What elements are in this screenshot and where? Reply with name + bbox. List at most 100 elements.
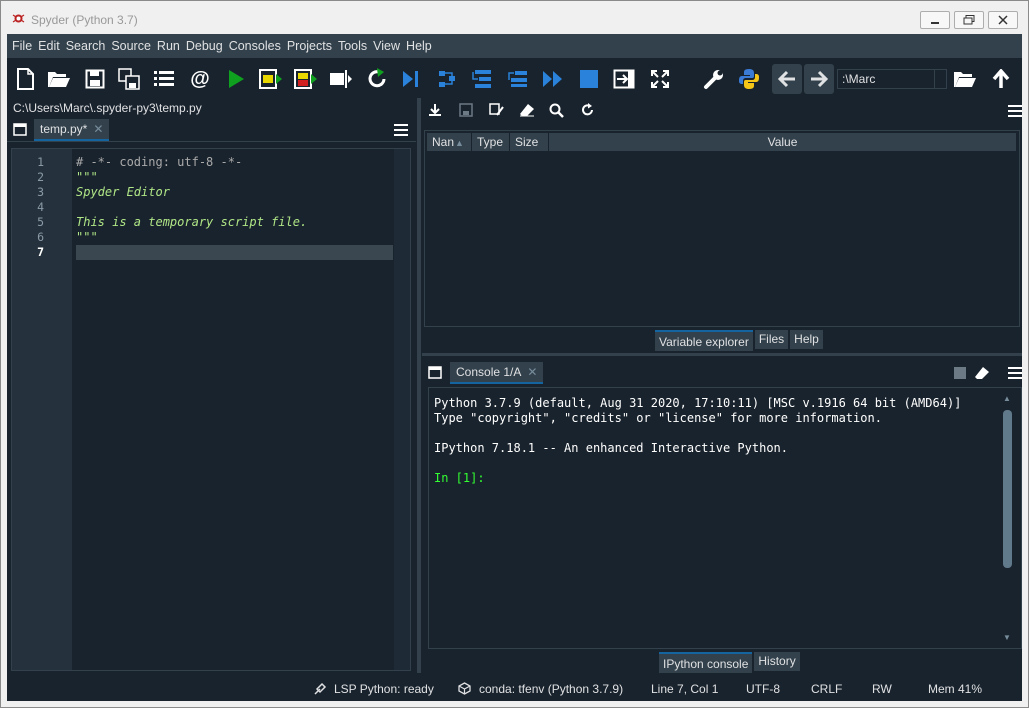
conda-icon: [458, 682, 471, 695]
outline-button[interactable]: [150, 65, 178, 93]
preferences-button[interactable]: [700, 65, 728, 93]
close-window-button[interactable]: [988, 11, 1018, 29]
rerun-icon: [368, 68, 386, 88]
line-number: 3: [37, 185, 44, 199]
console-scroll-thumb[interactable]: [1003, 410, 1012, 568]
editor-scrollbar[interactable]: [394, 149, 410, 670]
tab-console-1a[interactable]: Console 1/A ✕: [450, 362, 544, 384]
column-header-size[interactable]: Size: [510, 133, 549, 151]
tab-ipython-console[interactable]: IPython console: [659, 652, 753, 673]
refresh-icon[interactable]: [581, 103, 595, 117]
email-button[interactable]: @: [186, 65, 214, 93]
rerun-button[interactable]: [363, 65, 391, 93]
current-line-highlight: [76, 245, 393, 260]
tab-files[interactable]: Files: [754, 330, 789, 349]
menu-projects[interactable]: Projects: [284, 34, 335, 58]
editor-pane: temp.py* ✕ 1 2 3 4 5 6 7 # -*- coding: ut…: [7, 118, 416, 673]
menu-view[interactable]: View: [370, 34, 403, 58]
ipython-console[interactable]: Python 3.7.9 (default, Aug 31 2020, 17:1…: [428, 387, 1022, 649]
variable-table-header: Nan▲ Type Size Value: [427, 133, 1017, 151]
lsp-status-icon: [314, 682, 327, 695]
browse-directory-button[interactable]: [951, 65, 979, 93]
save-button[interactable]: [81, 65, 109, 93]
horizontal-splitter[interactable]: [422, 353, 1022, 356]
console-tabbar: Console 1/A ✕: [422, 360, 1022, 386]
memory-usage: Mem 41%: [928, 682, 983, 696]
stop-button[interactable]: [575, 65, 603, 93]
line-number: 4: [37, 200, 44, 214]
stop-icon: [580, 70, 598, 88]
eraser-icon[interactable]: [974, 366, 990, 380]
vertical-splitter[interactable]: [417, 98, 421, 673]
save-as-icon[interactable]: [489, 103, 505, 117]
line-number-gutter: 1 2 3 4 5 6 7: [12, 149, 72, 670]
tab-help[interactable]: Help: [790, 330, 823, 349]
run-icon: [229, 70, 244, 88]
fullscreen-button[interactable]: [646, 65, 674, 93]
menu-edit[interactable]: Edit: [35, 34, 63, 58]
hamburger-menu-icon[interactable]: [1008, 367, 1022, 379]
editor-file-path: C:\Users\Marc\.spyder-py3\temp.py: [13, 101, 202, 115]
open-file-button[interactable]: [45, 65, 73, 93]
hamburger-menu-icon[interactable]: [394, 124, 408, 136]
working-directory-combo[interactable]: :\Marc: [837, 69, 947, 89]
tab-variable-explorer[interactable]: Variable explorer: [655, 330, 753, 351]
browse-tabs-icon[interactable]: [428, 366, 442, 379]
main-toolbar: @:\Marc: [7, 60, 1022, 98]
scroll-up-icon[interactable]: ▲: [1003, 394, 1011, 403]
import-data-icon[interactable]: [428, 103, 442, 117]
chevron-down-icon[interactable]: [934, 70, 946, 88]
forward-button[interactable]: [804, 64, 834, 94]
tab-history[interactable]: History: [754, 652, 800, 671]
run-cell-advance-button[interactable]: [292, 65, 320, 93]
code-editor[interactable]: 1 2 3 4 5 6 7 # -*- coding: utf-8 -*- ""…: [11, 148, 411, 671]
new-file-button[interactable]: [11, 65, 39, 93]
menu-search[interactable]: Search: [63, 34, 109, 58]
back-button[interactable]: [772, 64, 802, 94]
menu-debug[interactable]: Debug: [183, 34, 226, 58]
continue-button[interactable]: [539, 65, 567, 93]
python-path-button[interactable]: [735, 65, 763, 93]
code-line: # -*- coding: utf-8 -*-: [76, 155, 243, 169]
run-selection-button[interactable]: [327, 65, 355, 93]
menu-help[interactable]: Help: [403, 34, 435, 58]
menu-tools[interactable]: Tools: [335, 34, 370, 58]
window-titlebar: Spyder (Python 3.7): [0, 0, 1029, 34]
maximize-button[interactable]: [954, 11, 984, 29]
menu-file[interactable]: File: [9, 34, 35, 58]
close-tab-icon[interactable]: ✕: [527, 365, 537, 379]
debug-button[interactable]: [397, 65, 425, 93]
browse-tabs-icon[interactable]: [13, 123, 27, 136]
step-button[interactable]: [433, 65, 461, 93]
console-output-line: Python 3.7.9 (default, Aug 31 2020, 17:1…: [434, 396, 962, 410]
menu-consoles[interactable]: Consoles: [226, 34, 284, 58]
run-cell-advance-icon: [294, 69, 317, 89]
variable-table[interactable]: Nan▲ Type Size Value: [424, 130, 1020, 327]
save-all-button[interactable]: [115, 65, 143, 93]
parent-directory-button[interactable]: [987, 65, 1015, 93]
column-header-name[interactable]: Nan▲: [427, 133, 472, 151]
menu-source[interactable]: Source: [108, 34, 154, 58]
stop-console-icon[interactable]: [954, 367, 966, 379]
maximize-pane-button[interactable]: [610, 65, 638, 93]
step-return-button[interactable]: [504, 65, 532, 93]
menu-run[interactable]: Run: [154, 34, 183, 58]
eraser-icon[interactable]: [519, 103, 535, 117]
column-header-value[interactable]: Value: [549, 133, 1017, 151]
tab-temp-py[interactable]: temp.py* ✕: [34, 119, 110, 141]
hamburger-menu-icon[interactable]: [1008, 105, 1022, 117]
console-scrollbar[interactable]: ▲ ▼: [1001, 394, 1015, 642]
window-frame-bottom: [0, 701, 1029, 708]
close-tab-icon[interactable]: ✕: [93, 122, 103, 136]
at-icon: @: [190, 67, 210, 90]
sort-ascending-icon: ▲: [455, 138, 464, 148]
minimize-button[interactable]: [920, 11, 950, 29]
scroll-down-icon[interactable]: ▼: [1003, 633, 1011, 642]
run-button[interactable]: [222, 65, 250, 93]
new-file-icon: [17, 68, 34, 90]
step-into-button[interactable]: [468, 65, 496, 93]
search-icon[interactable]: [549, 103, 564, 118]
column-header-type[interactable]: Type: [472, 133, 510, 151]
run-cell-button[interactable]: [257, 65, 285, 93]
save-data-icon[interactable]: [459, 103, 473, 117]
